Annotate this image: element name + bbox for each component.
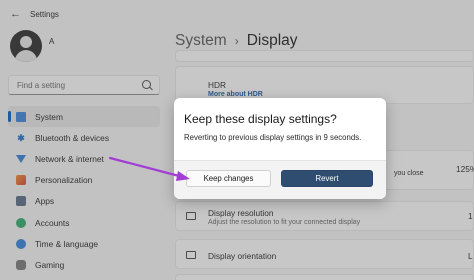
revert-button[interactable]: Revert [281, 170, 373, 187]
dialog-countdown-text: Reverting to previous display settings i… [184, 133, 362, 142]
keep-changes-button[interactable]: Keep changes [186, 170, 271, 187]
dialog-footer: Keep changes Revert [174, 160, 386, 199]
dialog-title: Keep these display settings? [184, 112, 337, 126]
keep-display-settings-dialog: Keep these display settings? Reverting t… [174, 98, 386, 199]
